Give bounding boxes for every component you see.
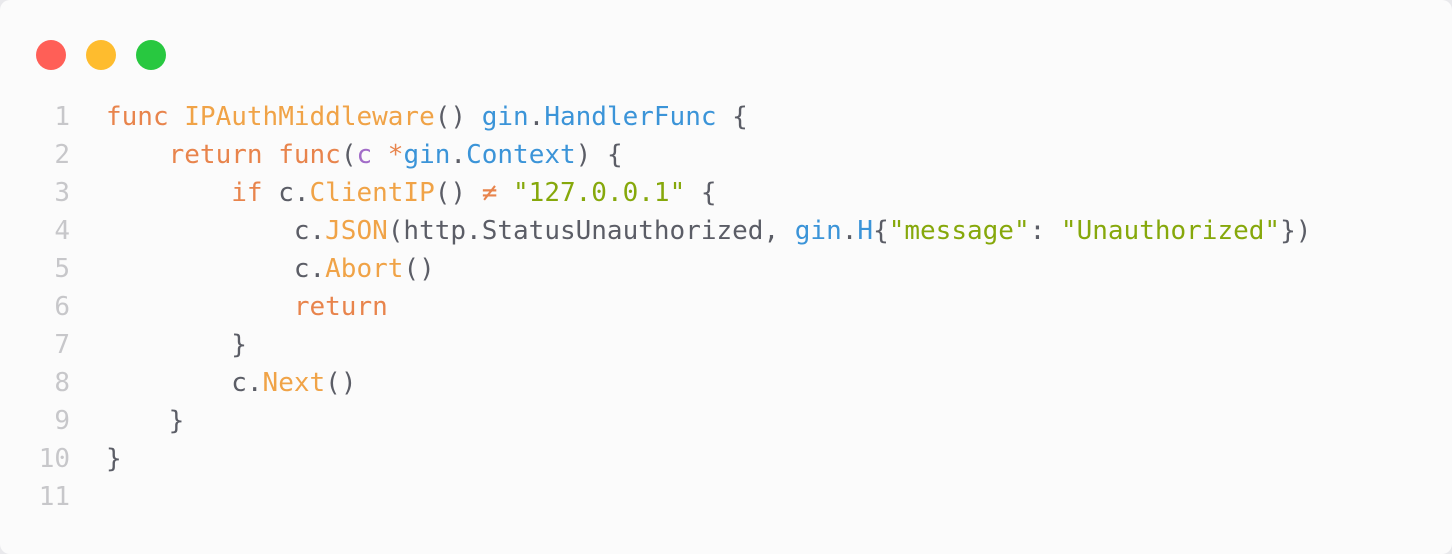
code-token: . <box>841 216 858 246</box>
code-token: "127.0.0.1" <box>513 178 686 208</box>
code-token: return <box>168 140 263 170</box>
line-number: 2 <box>54 140 70 170</box>
code-token: : <box>1029 216 1061 246</box>
code-token: ( <box>340 140 357 170</box>
line-number: 7 <box>54 330 70 360</box>
close-button[interactable] <box>36 40 66 70</box>
line-number: 10 <box>38 444 70 474</box>
minimize-button[interactable] <box>86 40 116 70</box>
code-token: * <box>387 140 404 170</box>
line-number: 9 <box>54 406 70 436</box>
code-token: gin <box>403 140 451 170</box>
code-token: } <box>106 406 185 436</box>
line-number: 11 <box>38 482 70 512</box>
line-source: return <box>106 288 388 326</box>
code-token: () <box>434 178 467 208</box>
code-line: 11 <box>0 478 1311 516</box>
line-source: c.Next() <box>106 364 356 402</box>
code-token: return <box>293 292 388 322</box>
code-token: func <box>106 102 169 132</box>
code-token: H <box>857 216 874 246</box>
code-token: . <box>528 102 545 132</box>
code-token: gin <box>794 216 842 246</box>
line-source: if c.ClientIP() ≠ "127.0.0.1" { <box>106 174 717 212</box>
code-line: 10} <box>0 440 1311 478</box>
code-token: () <box>403 254 435 284</box>
code-line: 8 c.Next() <box>0 364 1311 402</box>
code-token: func <box>278 140 341 170</box>
code-token: Abort <box>325 254 404 284</box>
code-line: 2 return func(c *gin.Context) { <box>0 136 1311 174</box>
code-line: 6 return <box>0 288 1311 326</box>
maximize-button[interactable] <box>136 40 166 70</box>
line-number: 6 <box>54 292 70 322</box>
code-line: 5 c.Abort() <box>0 250 1311 288</box>
code-token: "message" <box>888 216 1030 246</box>
code-token: () <box>434 102 467 132</box>
code-token: } <box>106 330 247 360</box>
line-number: 4 <box>54 216 70 246</box>
code-token: "Unauthorized" <box>1060 216 1281 246</box>
code-token: c. <box>106 216 326 246</box>
code-token: (http.StatusUnauthorized, <box>387 216 795 246</box>
code-token: c. <box>262 178 310 208</box>
line-number: 1 <box>54 102 70 132</box>
code-token: c. <box>106 368 263 398</box>
line-source: } <box>106 440 122 478</box>
code-token: c. <box>106 254 326 284</box>
line-source: c.JSON(http.StatusUnauthorized, gin.H{"m… <box>106 212 1312 250</box>
line-number: 3 <box>54 178 70 208</box>
code-line: 9 } <box>0 402 1311 440</box>
code-token: ClientIP <box>309 178 435 208</box>
code-editor[interactable]: 1 func IPAuthMiddleware() gin.HandlerFunc… <box>0 98 1312 516</box>
line-source: } <box>106 326 247 364</box>
code-token: ≠ <box>481 178 498 208</box>
window-controls <box>36 40 166 70</box>
code-token: } <box>106 444 122 474</box>
line-number: 8 <box>54 368 70 398</box>
code-line: 4 c.JSON(http.StatusUnauthorized, gin.H{… <box>0 212 1311 250</box>
code-token: Next <box>262 368 326 398</box>
code-token: { <box>685 178 717 208</box>
line-source: return func(c *gin.Context) { <box>106 136 623 174</box>
code-token: . <box>450 140 467 170</box>
line-source: c.Abort() <box>106 250 435 288</box>
line-source: func IPAuthMiddleware() gin.HandlerFunc … <box>106 98 748 136</box>
code-token: { <box>716 102 748 132</box>
code-token: IPAuthMiddleware <box>184 102 435 132</box>
code-line: 7 } <box>0 326 1311 364</box>
code-line: 1 func IPAuthMiddleware() gin.HandlerFunc… <box>0 98 1311 136</box>
code-window: 1 func IPAuthMiddleware() gin.HandlerFunc… <box>0 0 1452 554</box>
code-token: gin <box>481 102 529 132</box>
code-token: () <box>325 368 357 398</box>
line-source: } <box>106 402 185 440</box>
code-token: HandlerFunc <box>544 102 717 132</box>
code-token: { <box>873 216 889 246</box>
line-number: 5 <box>54 254 70 284</box>
code-line: 3 if c.ClientIP() ≠ "127.0.0.1" { <box>0 174 1311 212</box>
code-token: ) { <box>575 140 623 170</box>
code-token: }) <box>1280 216 1312 246</box>
code-token: if <box>231 178 263 208</box>
code-token: JSON <box>325 216 388 246</box>
code-token: Context <box>466 140 576 170</box>
code-token: c <box>356 140 373 170</box>
